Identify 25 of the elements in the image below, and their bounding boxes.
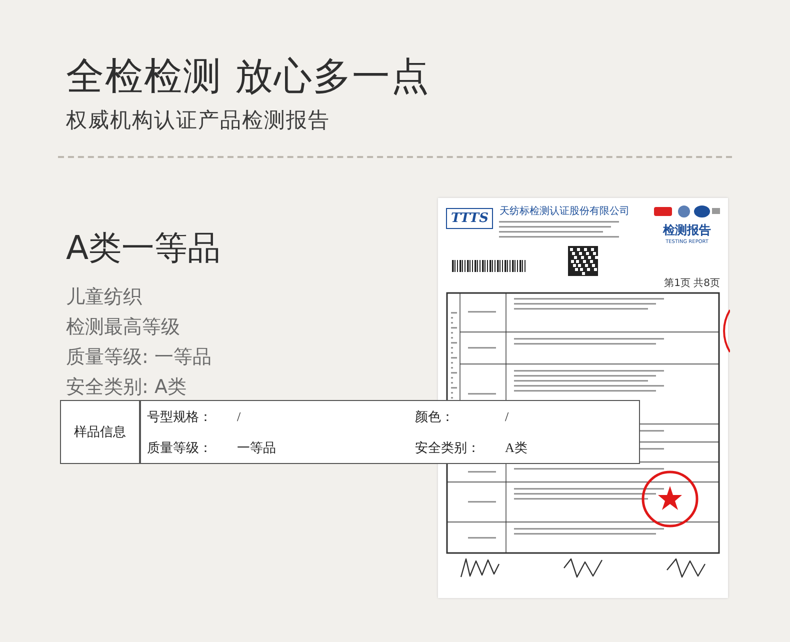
grade-feature: 质量等级: 一等品 xyxy=(66,345,212,370)
page-title: 全检检测 放心多一点 xyxy=(66,53,432,100)
field-value: / xyxy=(237,408,242,424)
field-label: 号型规格： xyxy=(147,408,213,426)
report-company: 天纺标检测认证股份有限公司 xyxy=(499,204,630,218)
field-label: 颜色： xyxy=(415,408,455,426)
signature-drawing xyxy=(563,558,603,578)
field-label: 安全类别： xyxy=(415,438,481,456)
field-value: / xyxy=(505,408,510,424)
field-label: 质量等级： xyxy=(147,438,213,456)
page-number: 第1页 共8页 xyxy=(664,276,720,290)
grade-feature: 安全类别: A类 xyxy=(66,375,188,400)
grade-feature: 检测最高等级 xyxy=(66,315,181,340)
certification-marks-icon xyxy=(654,204,720,218)
page-subtitle: 权威机构认证产品检测报告 xyxy=(66,107,331,134)
field-value: 一等品 xyxy=(237,438,277,456)
field-value: A类 xyxy=(505,438,528,456)
report-title: 检测报告 xyxy=(663,222,711,239)
qr-code-icon xyxy=(568,246,598,276)
report-logo: TTTS xyxy=(446,208,494,229)
table-cell: 样品信息 xyxy=(61,401,141,463)
signature-drawing xyxy=(460,558,500,578)
grade-title: A类一等品 xyxy=(66,227,221,269)
grade-feature: 儿童纺织 xyxy=(66,285,143,310)
signature-drawing xyxy=(666,558,706,578)
